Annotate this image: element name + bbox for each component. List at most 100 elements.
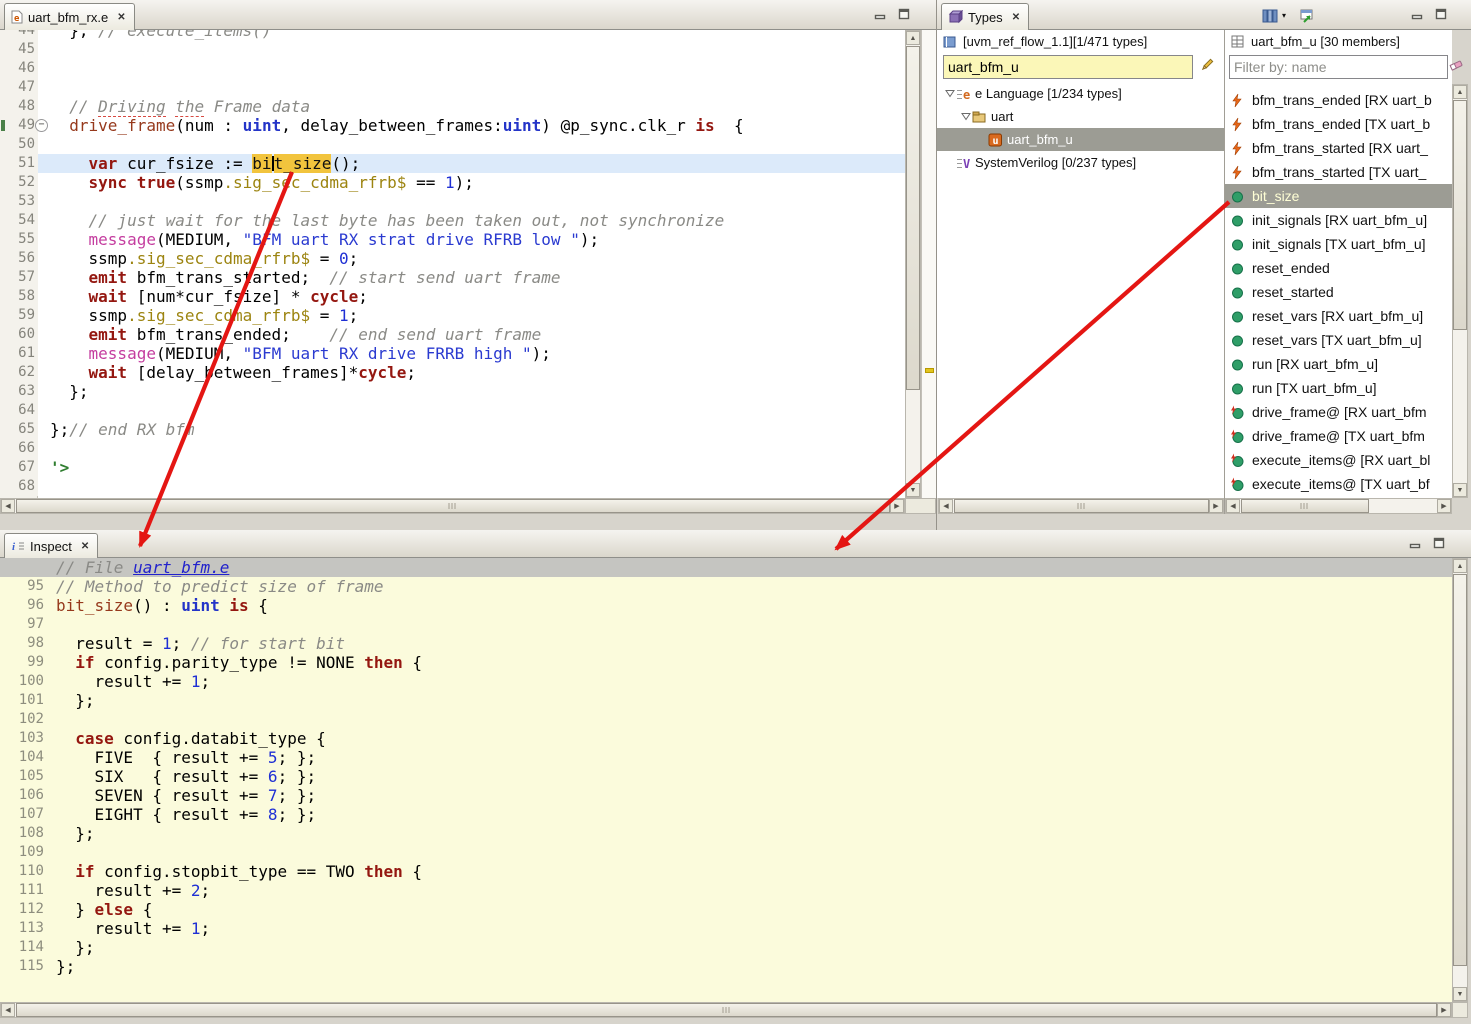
editor-code-line[interactable]: 68 bbox=[0, 477, 905, 496]
scrollbar-thumb[interactable] bbox=[1453, 100, 1467, 330]
editor-code-line[interactable]: 65};// end RX bfm bbox=[0, 420, 905, 439]
editor-code-line[interactable]: 61 message(MEDIUM, "BFM uart RX drive FR… bbox=[0, 344, 905, 363]
scroll-right-icon[interactable]: ▶ bbox=[890, 499, 904, 513]
scrollbar-thumb[interactable] bbox=[16, 1003, 1437, 1017]
editor-code-line[interactable]: 56 ssmp.sig_sec_cdma_rfrb$ = 0; bbox=[0, 249, 905, 268]
chevron-down-icon[interactable] bbox=[943, 89, 956, 98]
inspect-code-line[interactable]: 110 if config.stopbit_type == TWO then { bbox=[0, 862, 1452, 881]
editor-code-line[interactable]: 44 }; // execute_items() bbox=[0, 30, 905, 40]
filter-pencil-icon[interactable] bbox=[1200, 58, 1214, 72]
link-with-editor-icon[interactable] bbox=[1299, 8, 1315, 23]
scroll-right-icon[interactable]: ▶ bbox=[1209, 499, 1223, 513]
scroll-down-icon[interactable]: ▼ bbox=[1453, 483, 1467, 497]
editor-code-line[interactable]: 62 wait [delay_between_frames]*cycle; bbox=[0, 363, 905, 382]
editor-code-line[interactable]: 57 emit bfm_trans_started; // start send… bbox=[0, 268, 905, 287]
member-item[interactable]: bfm_trans_started [TX uart_ bbox=[1225, 160, 1452, 184]
members-vertical-scrollbar[interactable]: ▲ ▼ bbox=[1452, 84, 1468, 498]
scroll-up-icon[interactable]: ▲ bbox=[906, 31, 920, 45]
editor-code-line[interactable]: 52 sync true(ssmp.sig_sec_cdma_rfrb$ == … bbox=[0, 173, 905, 192]
editor-code-line[interactable]: 51 var cur_fsize := bit_size(); bbox=[0, 154, 905, 173]
tree-item[interactable]: VSystemVerilog [0/237 types] bbox=[937, 151, 1224, 174]
scroll-left-icon[interactable]: ◀ bbox=[1, 1003, 15, 1017]
scrollbar-thumb[interactable] bbox=[906, 46, 920, 390]
inspect-code-line[interactable]: 97 bbox=[0, 615, 1452, 634]
column-layout-icon[interactable] bbox=[1262, 9, 1278, 23]
editor-code-line[interactable]: 58 wait [num*cur_fsize] * cycle; bbox=[0, 287, 905, 306]
scroll-right-icon[interactable]: ▶ bbox=[1437, 499, 1451, 513]
member-item[interactable]: execute_items@ [TX uart_bf bbox=[1225, 472, 1452, 496]
scroll-left-icon[interactable]: ◀ bbox=[939, 499, 953, 513]
scrollbar-thumb[interactable] bbox=[1241, 499, 1369, 513]
overview-ruler[interactable] bbox=[921, 30, 936, 498]
types-tab[interactable]: Types ✕ bbox=[941, 3, 1029, 30]
member-item[interactable]: bfm_trans_started [RX uart_ bbox=[1225, 136, 1452, 160]
inspect-code-area[interactable]: // File uart_bfm.e 95// Method to predic… bbox=[0, 558, 1452, 1002]
inspect-code-line[interactable]: 114 }; bbox=[0, 938, 1452, 957]
member-item[interactable]: drive_frame@ [TX uart_bfm bbox=[1225, 424, 1452, 448]
member-filter-input[interactable] bbox=[1229, 55, 1448, 79]
inspect-code-line[interactable]: 109 bbox=[0, 843, 1452, 862]
scroll-right-icon[interactable]: ▶ bbox=[1437, 1003, 1451, 1017]
inspect-code-line[interactable]: 103 case config.databit_type { bbox=[0, 729, 1452, 748]
scroll-up-icon[interactable]: ▲ bbox=[1453, 559, 1467, 573]
editor-code-line[interactable]: 48 // Driving the Frame data bbox=[0, 97, 905, 116]
minimize-icon[interactable] bbox=[1409, 537, 1421, 549]
member-item[interactable]: reset_vars [TX uart_bfm_u] bbox=[1225, 328, 1452, 352]
member-item[interactable]: execute_items@ [RX uart_bl bbox=[1225, 448, 1452, 472]
member-item[interactable]: run [RX uart_bfm_u] bbox=[1225, 352, 1452, 376]
tree-item[interactable]: uart bbox=[937, 105, 1224, 128]
member-item[interactable]: run [TX uart_bfm_u] bbox=[1225, 376, 1452, 400]
editor-code-line[interactable]: 46 bbox=[0, 59, 905, 78]
editor-code-line[interactable]: 54 // just wait for the last byte has be… bbox=[0, 211, 905, 230]
chevron-down-icon[interactable] bbox=[959, 112, 972, 121]
inspect-code-line[interactable]: 112 } else { bbox=[0, 900, 1452, 919]
editor-code-area[interactable]: 44 }; // execute_items()45464748 // Driv… bbox=[0, 30, 905, 498]
tree-item[interactable]: uuart_bfm_u bbox=[937, 128, 1224, 151]
inspect-horizontal-scrollbar[interactable]: ◀ ▶ bbox=[0, 1002, 1452, 1018]
member-item[interactable]: drive_frame@ [RX uart_bfm bbox=[1225, 400, 1452, 424]
member-item[interactable]: init_signals [TX uart_bfm_u] bbox=[1225, 232, 1452, 256]
scroll-left-icon[interactable]: ◀ bbox=[1226, 499, 1240, 513]
occurrence-overview-mark[interactable] bbox=[925, 368, 934, 373]
members-horizontal-scrollbar[interactable]: ◀ ▶ bbox=[1225, 498, 1452, 514]
type-filter-input[interactable] bbox=[943, 55, 1193, 79]
member-item[interactable]: bfm_trans_ended [RX uart_b bbox=[1225, 88, 1452, 112]
scroll-left-icon[interactable]: ◀ bbox=[1, 499, 15, 513]
minimize-icon[interactable] bbox=[874, 8, 886, 20]
editor-tab[interactable]: e uart_bfm_rx.e ✕ bbox=[4, 3, 135, 30]
editor-horizontal-scrollbar[interactable]: ◀ ▶ bbox=[0, 498, 905, 514]
inspect-code-line[interactable]: 105 SIX { result += 6; }; bbox=[0, 767, 1452, 786]
inspect-code-line[interactable]: 95// Method to predict size of frame bbox=[0, 577, 1452, 596]
editor-code-line[interactable]: 50 bbox=[0, 135, 905, 154]
maximize-icon[interactable] bbox=[898, 8, 910, 20]
inspect-vertical-scrollbar[interactable]: ▲ ▼ bbox=[1452, 558, 1468, 1002]
editor-code-line[interactable]: 49− drive_frame(num : uint, delay_betwee… bbox=[0, 116, 905, 135]
scrollbar-thumb[interactable] bbox=[954, 499, 1209, 513]
inspect-code-line[interactable]: 115}; bbox=[0, 957, 1452, 976]
clear-filter-eraser-icon[interactable] bbox=[1449, 58, 1464, 72]
tree-item[interactable]: ee Language [1/234 types] bbox=[937, 82, 1224, 105]
file-link[interactable]: uart_bfm.e bbox=[133, 558, 229, 577]
inspect-tab[interactable]: i Inspect ✕ bbox=[4, 533, 98, 558]
member-item[interactable]: reset_ended bbox=[1225, 256, 1452, 280]
member-item[interactable]: init_signals [RX uart_bfm_u] bbox=[1225, 208, 1452, 232]
inspect-code-line[interactable]: 113 result += 1; bbox=[0, 919, 1452, 938]
close-icon[interactable]: ✕ bbox=[117, 12, 125, 23]
scroll-down-icon[interactable]: ▼ bbox=[906, 483, 920, 497]
member-item[interactable]: bfm_trans_ended [TX uart_b bbox=[1225, 112, 1452, 136]
editor-code-line[interactable]: 55 message(MEDIUM, "BFM uart RX strat dr… bbox=[0, 230, 905, 249]
inspect-code-line[interactable]: 104 FIVE { result += 5; }; bbox=[0, 748, 1452, 767]
inspect-code-line[interactable]: 108 }; bbox=[0, 824, 1452, 843]
dropdown-chevron-icon[interactable]: ▾ bbox=[1282, 11, 1286, 20]
maximize-icon[interactable] bbox=[1433, 537, 1445, 549]
member-item[interactable]: bit_size bbox=[1225, 184, 1452, 208]
scrollbar-thumb[interactable] bbox=[1453, 574, 1467, 966]
editor-code-line[interactable]: 45 bbox=[0, 40, 905, 59]
editor-code-line[interactable]: 63 }; bbox=[0, 382, 905, 401]
inspect-code-line[interactable]: 111 result += 2; bbox=[0, 881, 1452, 900]
editor-code-line[interactable]: 60 emit bfm_trans_ended; // end send uar… bbox=[0, 325, 905, 344]
inspect-code-line[interactable]: 99 if config.parity_type != NONE then { bbox=[0, 653, 1452, 672]
editor-code-line[interactable]: 67'> bbox=[0, 458, 905, 477]
editor-code-line[interactable]: 64 bbox=[0, 401, 905, 420]
types-tree-horizontal-scrollbar[interactable]: ◀ ▶ bbox=[938, 498, 1224, 514]
